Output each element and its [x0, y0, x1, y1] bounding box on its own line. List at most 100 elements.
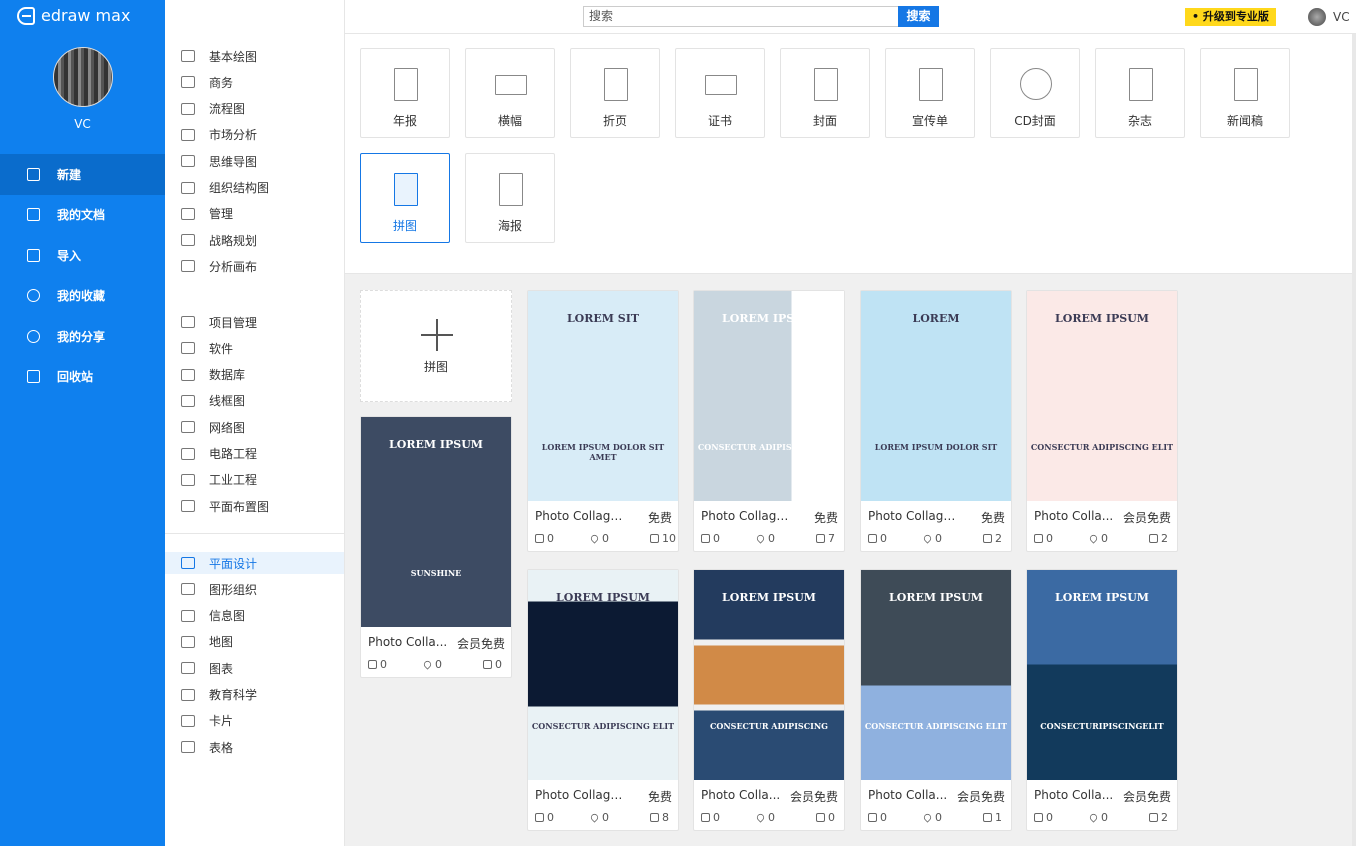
category-item[interactable]: 市场分析: [165, 124, 344, 146]
category-item[interactable]: 表格: [165, 736, 344, 758]
category-item[interactable]: 项目管理: [165, 311, 344, 333]
stat-copies[interactable]: 2: [1149, 532, 1168, 545]
stat-copies[interactable]: 10: [650, 532, 676, 545]
stat-likes[interactable]: 0: [868, 811, 887, 824]
type-tile-collage[interactable]: 拼图: [360, 153, 450, 243]
stat-value: 0: [768, 811, 775, 824]
stat-copies[interactable]: 2: [983, 532, 1002, 545]
category-item[interactable]: 战略规划: [165, 229, 344, 251]
template-card[interactable]: LOREM IPSUM CONSECTUR ADIPISCING ELIT Phot…: [1026, 290, 1178, 552]
category-item[interactable]: 平面布置图: [165, 495, 344, 517]
category-item[interactable]: 电路工程: [165, 443, 344, 465]
stat-favs[interactable]: 0: [922, 532, 942, 545]
stat-favs[interactable]: 0: [755, 811, 775, 824]
category-item[interactable]: 管理: [165, 203, 344, 225]
stat-copies[interactable]: 2: [1149, 811, 1168, 824]
type-tile-cd-cover[interactable]: CD封面: [990, 48, 1080, 138]
template-card[interactable]: LOREM IPSUM CONSECTURIPISCINGELIT Photo Co…: [1026, 569, 1178, 831]
category-item[interactable]: 教育科学: [165, 684, 344, 706]
type-tile-cover[interactable]: 封面: [780, 48, 870, 138]
stat-favs[interactable]: 0: [755, 532, 775, 545]
category-item[interactable]: 网络图: [165, 416, 344, 438]
template-card[interactable]: LOREM LOREM IPSUM DOLOR SIT Photo Collage_…: [860, 290, 1012, 552]
stat-likes[interactable]: 0: [701, 811, 720, 824]
type-tile-brochure[interactable]: 折页: [570, 48, 660, 138]
nav-recycle-bin[interactable]: 回收站: [0, 357, 165, 398]
stat-copies[interactable]: 0: [483, 658, 502, 671]
category-item[interactable]: 线框图: [165, 390, 344, 412]
template-card[interactable]: LOREM IPSUM CONSECTUR ADIPISCING ELIT Phot…: [693, 290, 845, 552]
nav-favorites[interactable]: 我的收藏: [0, 276, 165, 317]
type-tile-banner[interactable]: 横幅: [465, 48, 555, 138]
category-item[interactable]: 工业工程: [165, 469, 344, 491]
category-icon: [181, 662, 195, 675]
stat-likes[interactable]: 0: [1034, 532, 1053, 545]
user-avatar-small[interactable]: [1308, 8, 1326, 26]
template-stats: 0 0 10: [535, 532, 676, 546]
stat-copies[interactable]: 0: [816, 811, 835, 824]
stat-likes[interactable]: 0: [868, 532, 887, 545]
type-tile-poster[interactable]: 海报: [465, 153, 555, 243]
stat-copies[interactable]: 1: [983, 811, 1002, 824]
category-item[interactable]: 信息图: [165, 605, 344, 627]
stat-favs[interactable]: 0: [422, 658, 442, 671]
type-tile-annual-report[interactable]: 年报: [360, 48, 450, 138]
category-divider: [165, 533, 344, 534]
stat-likes[interactable]: 0: [1034, 811, 1053, 824]
category-item[interactable]: 基本绘图: [165, 45, 344, 67]
stat-value: 0: [935, 532, 942, 545]
category-item[interactable]: 软件: [165, 337, 344, 359]
type-tile-flyer[interactable]: 宣传单: [885, 48, 975, 138]
stat-favs[interactable]: 0: [1088, 532, 1108, 545]
stat-value: 0: [1101, 811, 1108, 824]
category-item[interactable]: 平面设计: [165, 552, 344, 574]
template-card[interactable]: LOREM IPSUM CONSECTUR ADIPISCING ELIT Phot…: [527, 569, 679, 831]
thumbnail-title: LOREM IPSUM: [556, 591, 650, 604]
stat-favs[interactable]: 0: [922, 811, 942, 824]
search-button[interactable]: 搜索: [898, 6, 939, 27]
category-item[interactable]: 商务: [165, 71, 344, 93]
nav-my-documents[interactable]: 我的文档: [0, 195, 165, 236]
category-item[interactable]: 图形组织: [165, 578, 344, 600]
stat-likes[interactable]: 0: [701, 532, 720, 545]
search-input[interactable]: 搜索: [583, 6, 899, 27]
category-icon: [181, 557, 195, 569]
app-logo[interactable]: edraw max: [17, 6, 130, 25]
stat-copies[interactable]: 7: [816, 532, 835, 545]
category-item[interactable]: 卡片: [165, 710, 344, 732]
stat-likes[interactable]: 0: [368, 658, 387, 671]
stat-likes[interactable]: 0: [535, 811, 554, 824]
category-item[interactable]: 流程图: [165, 98, 344, 120]
category-item[interactable]: 图表: [165, 657, 344, 679]
category-item[interactable]: 地图: [165, 631, 344, 653]
stat-likes[interactable]: 0: [535, 532, 554, 545]
template-card[interactable]: LOREM IPSUM CONSECTUR ADIPISCING Photo Col…: [693, 569, 845, 831]
user-avatar[interactable]: [53, 47, 113, 107]
type-tile-newsletter[interactable]: 新闻稿: [1200, 48, 1290, 138]
nav-new[interactable]: 新建: [0, 154, 165, 195]
template-card[interactable]: LOREM SIT LOREM IPSUM DOLOR SIT AMET Photo…: [527, 290, 679, 552]
category-label: 数据库: [209, 368, 246, 383]
copy-icon: [650, 534, 659, 543]
new-blank-collage-tile[interactable]: 拼图: [360, 290, 512, 402]
type-tile-magazine[interactable]: 杂志: [1095, 48, 1185, 138]
thumbnail-subtitle: LOREM IPSUM DOLOR SIT AMET: [541, 442, 665, 463]
nav-my-shares[interactable]: 我的分享: [0, 316, 165, 357]
heart-icon: [922, 812, 933, 823]
scrollbar[interactable]: [1352, 34, 1356, 846]
type-tile-certificate[interactable]: 证书: [675, 48, 765, 138]
category-item[interactable]: 思维导图: [165, 150, 344, 172]
template-card[interactable]: LOREM IPSUM SUNSHINE Photo Colla... 会员免费 0 0 0: [360, 416, 512, 678]
category-item[interactable]: 数据库: [165, 364, 344, 386]
stat-favs[interactable]: 0: [1088, 811, 1108, 824]
category-item[interactable]: 分析画布: [165, 255, 344, 277]
stat-favs[interactable]: 0: [589, 532, 609, 545]
stat-favs[interactable]: 0: [589, 811, 609, 824]
template-card[interactable]: LOREM IPSUM CONSECTUR ADIPISCING ELIT Phot…: [860, 569, 1012, 831]
banner-icon: [495, 75, 527, 95]
type-tile-label: 宣传单: [911, 114, 948, 128]
nav-import[interactable]: 导入: [0, 235, 165, 276]
stat-copies[interactable]: 8: [650, 811, 669, 824]
upgrade-button[interactable]: • 升级到专业版: [1185, 8, 1276, 26]
category-item[interactable]: 组织结构图: [165, 177, 344, 199]
